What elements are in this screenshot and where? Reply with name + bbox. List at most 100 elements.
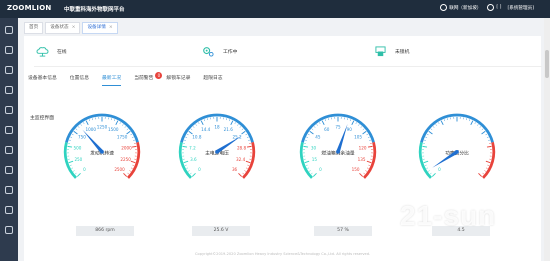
map-icon[interactable] <box>5 86 13 94</box>
alert-icon[interactable] <box>5 126 13 134</box>
gauge-minor-tick <box>131 136 134 138</box>
gauge-minor-tick <box>363 172 366 175</box>
globe-icon <box>440 4 448 11</box>
gauge-tick-label: 32.4 <box>236 157 246 162</box>
gauge-minor-tick <box>349 119 352 122</box>
gauge-minor-tick <box>226 118 227 121</box>
lock-icon[interactable] <box>5 166 13 174</box>
gauge-major-tick <box>478 172 483 177</box>
system-manage-link[interactable]: [系统管理员] <box>507 5 534 11</box>
gauge-minor-tick <box>80 124 82 126</box>
gauge-minor-tick <box>447 118 448 121</box>
gauge-major-tick <box>191 172 196 177</box>
gauge-minor-tick <box>185 136 188 138</box>
gauge-tick-label: 1500 <box>108 127 119 132</box>
gauge-tick-label: 90 <box>347 127 353 132</box>
subtab-latest-condition[interactable]: 最新工况 <box>102 74 122 86</box>
gauge-minor-tick <box>438 122 440 124</box>
gauge-minor-tick <box>92 118 93 121</box>
gauge-tick-label: 1750 <box>117 135 128 140</box>
gauge-tick-label: 18 <box>214 124 220 129</box>
gauge-minor-tick <box>69 139 71 141</box>
gauge-minor-tick <box>77 126 80 128</box>
subtab-overlimit-log[interactable]: 超限日志 <box>203 74 222 86</box>
gauge-minor-tick <box>72 170 75 172</box>
gauge-minor-tick <box>366 133 369 136</box>
gauge-major-tick <box>422 145 428 148</box>
home-icon[interactable] <box>5 26 13 34</box>
subtab-location[interactable]: 位置信息 <box>70 74 89 86</box>
gauge-tick-label: 1000 <box>85 127 96 132</box>
gauge-major-tick <box>183 160 189 164</box>
account-menu[interactable]: [ ] <box>487 4 501 11</box>
gauge-tick-label: 28.8 <box>237 145 247 150</box>
gauge-minor-tick <box>242 172 245 175</box>
gauge-minor-tick <box>126 128 129 131</box>
gauge-minor-tick <box>367 136 370 138</box>
user-group-icon[interactable] <box>5 226 13 234</box>
gauge-tick-label: 75 <box>335 124 341 129</box>
close-icon[interactable]: × <box>109 25 113 30</box>
status-online: 在线 <box>36 46 67 57</box>
subtab-basic-info[interactable]: 设备基本信息 <box>28 74 57 86</box>
gauge-minor-tick <box>75 128 78 131</box>
gauge-minor-tick <box>130 167 133 169</box>
gauge-tick-label: 14.4 <box>201 127 211 132</box>
gauge-minor-tick <box>113 119 116 122</box>
brand-logo: ZOOMLION <box>7 4 52 12</box>
gauge-minor-tick <box>432 126 435 128</box>
gauge-major-tick <box>431 172 436 177</box>
unlock-icon <box>375 46 386 57</box>
subtab-current-alarms[interactable]: 当前警告 0 <box>134 72 163 86</box>
tab-device-status[interactable]: 设备状态 × <box>45 22 81 34</box>
location-label: 联网（新加坡） <box>449 5 482 11</box>
gauge-minor-tick <box>133 139 135 141</box>
gauge-needle-hub <box>455 150 459 154</box>
gauge-minor-tick <box>477 124 479 126</box>
gauge-minor-tick <box>308 170 311 172</box>
tab-home[interactable]: 首页 <box>24 22 44 34</box>
gauge-minor-tick <box>427 170 430 172</box>
subtab-unlock-records[interactable]: 解锁车记录 <box>166 74 190 86</box>
gauge-band-0 <box>418 141 432 179</box>
chart-icon[interactable] <box>5 106 13 114</box>
gauge-major-tick <box>115 120 119 125</box>
gauge-minor-tick <box>466 118 467 121</box>
page-tabs: 首页 设备状态 × 设备详情 × <box>24 22 118 34</box>
top-bar: ZOOMLION 中联重科海外物联网平台 联网（新加坡） [ ] [系统管理员] <box>0 0 550 18</box>
gauge-minor-tick <box>234 122 236 124</box>
gauge-icon[interactable] <box>5 186 13 194</box>
gauge-minor-tick <box>127 172 130 175</box>
gauge-major-tick <box>362 130 367 135</box>
gauge-needle-hub <box>100 150 104 154</box>
gauge-minor-tick <box>83 122 85 124</box>
gauge-minor-tick <box>245 167 248 169</box>
gauge-engine-speed: 02505007501000125015001750200022502500发动… <box>63 113 141 179</box>
gauge-tick-label: 105 <box>354 135 362 140</box>
gauge-major-tick <box>312 172 317 177</box>
gauge-minor-tick <box>362 128 365 131</box>
gauge-minor-tick <box>482 172 485 175</box>
gauge-tick-label: 750 <box>78 135 86 140</box>
scrollbar-thumb[interactable] <box>545 50 549 78</box>
tab-device-detail[interactable]: 设备详情 × <box>82 22 118 34</box>
close-icon[interactable]: × <box>72 25 76 30</box>
document-icon[interactable] <box>5 146 13 154</box>
gauge-minor-tick <box>186 167 189 169</box>
scrollbar[interactable] <box>544 18 550 261</box>
gauge-minor-tick <box>122 124 124 126</box>
location-selector[interactable]: 联网（新加坡） <box>440 4 481 11</box>
gauge-minor-tick <box>316 124 318 126</box>
gauge-minor-tick <box>307 133 310 136</box>
gauge-minor-tick <box>132 164 135 166</box>
monitor-icon[interactable] <box>5 46 13 54</box>
top-right-tools: 联网（新加坡） [ ] [系统管理员] <box>440 4 534 11</box>
readout-main-voltage: 25.6 V <box>192 226 250 236</box>
gauge-minor-tick <box>119 122 121 124</box>
settings-icon[interactable] <box>5 206 13 214</box>
gauge-major-tick <box>481 130 486 135</box>
gauge-minor-tick <box>328 118 329 121</box>
detail-subtabs: 设备基本信息 位置信息 最新工况 当前警告 0 解锁车记录 超限日志 <box>28 72 223 86</box>
gauge-minor-tick <box>485 167 488 169</box>
list-icon[interactable] <box>5 66 13 74</box>
